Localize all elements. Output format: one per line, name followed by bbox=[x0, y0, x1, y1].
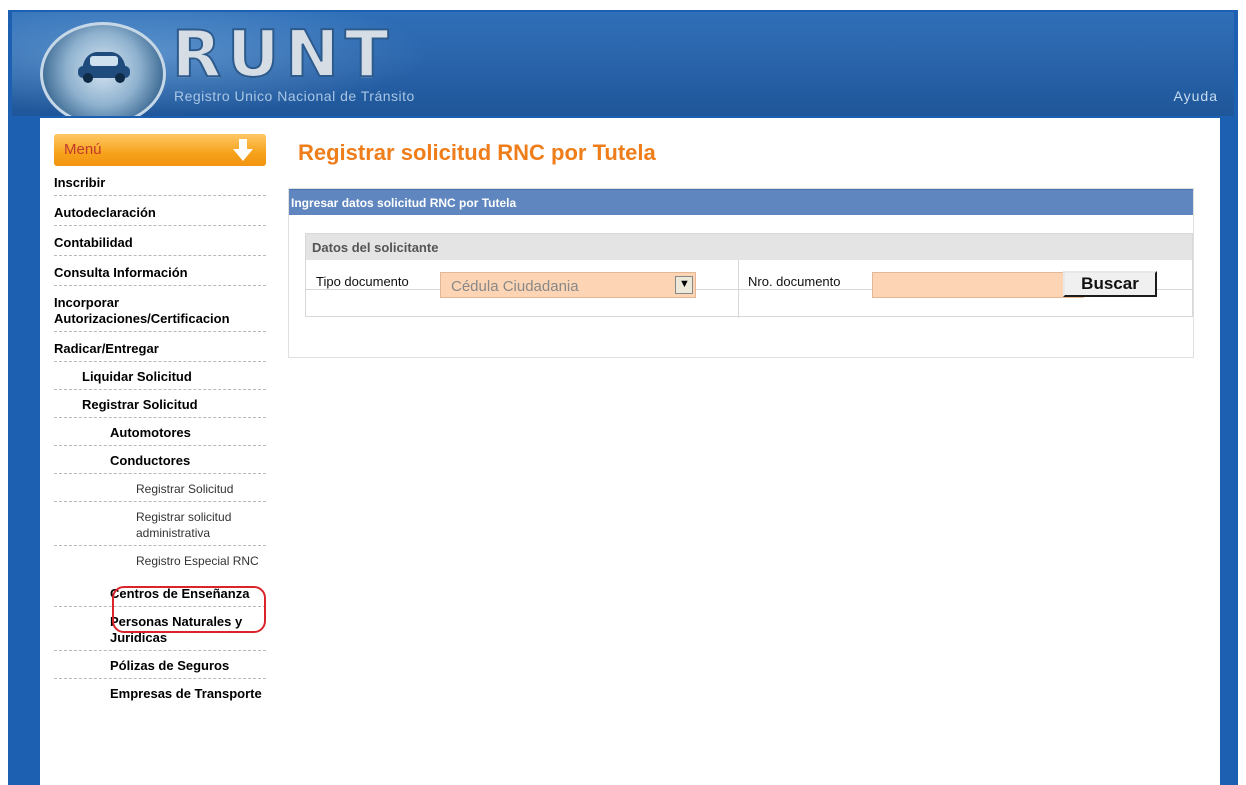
panel-header: Ingresar datos solicitud RNC por Tutela bbox=[289, 189, 1193, 215]
nro-documento-label: Nro. documento bbox=[748, 274, 841, 289]
form-panel: Ingresar datos solicitud RNC por Tutela … bbox=[288, 188, 1194, 358]
sidebar-item-conductores-registrar-solicitud[interactable]: Registrar Solicitud bbox=[54, 478, 266, 502]
tipo-documento-select[interactable]: Cédula Ciudadania ▼ bbox=[440, 272, 696, 298]
sidebar-item-contabilidad[interactable]: Contabilidad bbox=[54, 232, 266, 256]
sidebar-item-registrar-solicitud[interactable]: Registrar Solicitud bbox=[54, 394, 266, 418]
arrow-down-icon bbox=[233, 139, 253, 161]
section-title: Datos del solicitante bbox=[312, 240, 439, 255]
sidebar-item-empresas-de-transporte[interactable]: Empresas de Transporte bbox=[54, 683, 266, 706]
tipo-documento-value: Cédula Ciudadania bbox=[451, 278, 579, 295]
menu-header[interactable]: Menú bbox=[54, 134, 266, 166]
sidebar-item-incorporar-autorizaciones[interactable]: Incorporar Autorizaciones/Certificacion bbox=[54, 292, 266, 332]
menu-title: Menú bbox=[64, 141, 102, 158]
buscar-button[interactable]: Buscar bbox=[1063, 271, 1157, 297]
page-title: Registrar solicitud RNC por Tutela bbox=[298, 140, 656, 165]
site-header: RUNT Registro Unico Nacional de Tránsito… bbox=[12, 12, 1234, 116]
brand-logo-text: RUNT bbox=[171, 18, 395, 92]
sidebar-item-consulta-informacion[interactable]: Consulta Información bbox=[54, 262, 266, 286]
tipo-documento-label: Tipo documento bbox=[316, 274, 409, 289]
sidebar-item-conductores[interactable]: Conductores bbox=[54, 450, 266, 474]
app-window: RUNT Registro Unico Nacional de Tránsito… bbox=[0, 0, 1246, 785]
nro-documento-input[interactable] bbox=[872, 272, 1084, 298]
help-link[interactable]: Ayuda bbox=[1174, 88, 1218, 104]
dropdown-button[interactable]: ▼ bbox=[675, 276, 693, 294]
section-header: Datos del solicitante bbox=[306, 234, 1192, 260]
car-icon bbox=[78, 52, 130, 83]
solicitante-section: Datos del solicitante Tipo documento Céd… bbox=[305, 233, 1193, 318]
sidebar-item-autodeclaracion[interactable]: Autodeclaración bbox=[54, 202, 266, 226]
sidebar-item-registro-especial-rnc[interactable]: Registro Especial RNC bbox=[54, 550, 266, 573]
content-area: Menú Inscribir Autodeclaración Contabili… bbox=[40, 118, 1220, 785]
sidebar-menu: Menú Inscribir Autodeclaración Contabili… bbox=[54, 134, 266, 706]
selection-highlight-ring bbox=[112, 586, 266, 633]
panel-header-title: Ingresar datos solicitud RNC por Tutela bbox=[291, 196, 517, 210]
sidebar-item-polizas-de-seguros[interactable]: Pólizas de Seguros bbox=[54, 655, 266, 679]
chevron-down-icon: ▼ bbox=[679, 278, 690, 290]
sidebar-item-liquidar-solicitud[interactable]: Liquidar Solicitud bbox=[54, 366, 266, 390]
sidebar-item-radicar-entregar[interactable]: Radicar/Entregar bbox=[54, 338, 266, 362]
sidebar-item-automotores[interactable]: Automotores bbox=[54, 422, 266, 446]
brand-subtitle: Registro Unico Nacional de Tránsito bbox=[174, 88, 415, 104]
sidebar-item-registrar-solicitud-administrativa[interactable]: Registrar solicitud administrativa bbox=[54, 506, 266, 546]
sidebar-item-inscribir[interactable]: Inscribir bbox=[54, 172, 266, 196]
